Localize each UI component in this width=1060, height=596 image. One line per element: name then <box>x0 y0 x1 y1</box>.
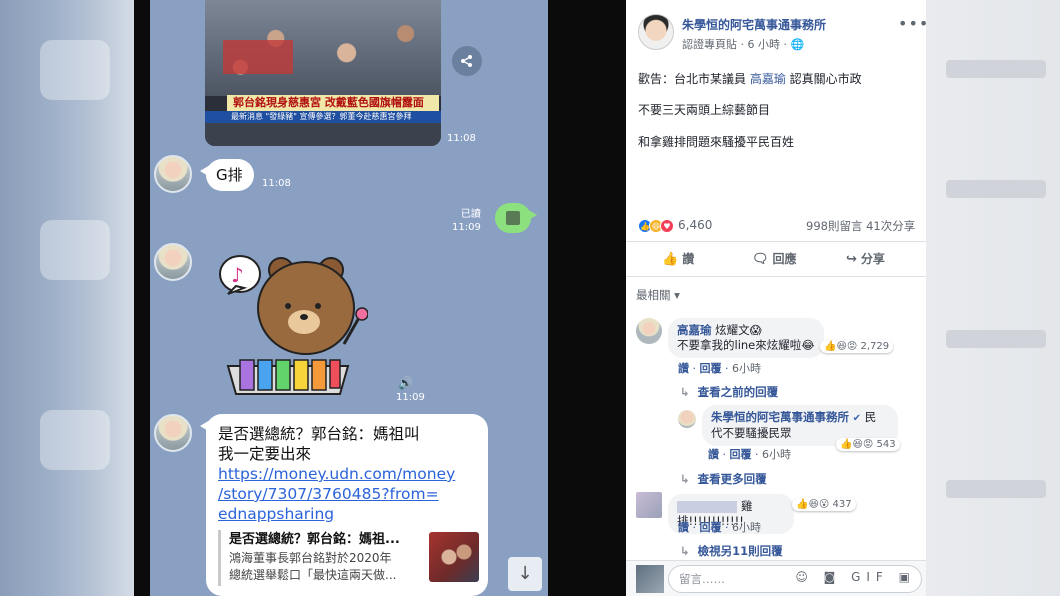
svg-text:♪: ♪ <box>231 263 244 287</box>
mention-link[interactable]: 高嘉瑜 <box>750 72 786 86</box>
comment-bubble: 高嘉瑜 炫耀文😱 不要拿我的line來炫耀啦😂 <box>668 318 824 358</box>
comment-icon: 🗨 <box>752 252 769 267</box>
message-bubble-g[interactable]: G排 <box>200 159 254 191</box>
message-text-line: 是否選總統？郭台銘：媽祖叫 <box>218 425 420 443</box>
message-time: 11:08 <box>447 133 476 144</box>
blurred-commenter-name <box>677 500 737 513</box>
message-text-line: 我一定要出來 <box>218 445 312 463</box>
page-avatar[interactable] <box>638 14 674 50</box>
message-link[interactable]: /story/7307/3760485?from= <box>218 484 476 504</box>
post-text-line: 不要三天兩頭上綜藝節目 <box>638 103 771 117</box>
view-other-replies-link[interactable]: ↳ 檢視另11則回覆 <box>680 543 783 559</box>
screenshot-stage: 郭台銘現身慈惠宮 改戴藍色國旗帽露面 最新消息 "發綠豬" 宣傳參選？郭董今赴慈… <box>0 0 1060 596</box>
link-message-bubble[interactable]: 是否選總統？郭台銘：媽祖叫 我一定要出來 https://money.udn.c… <box>200 414 488 596</box>
thumbs-up-icon: 👍 <box>662 252 679 267</box>
reaction-count: 6,460 <box>678 218 713 232</box>
link-preview-card[interactable]: 是否選總統？郭台銘：媽祖... 鴻海董事長郭台銘對於2020年 總統選舉鬆口「最… <box>218 530 479 586</box>
preview-description: 鴻海董事長郭台銘對於2020年 <box>229 551 392 565</box>
comment-like-link[interactable]: 讚 <box>708 448 719 461</box>
current-user-avatar <box>636 565 664 593</box>
page-reply-avatar[interactable] <box>678 410 696 428</box>
brown-bear-sticker[interactable]: ♪ <box>218 248 369 398</box>
like-button[interactable]: 👍 讚 <box>662 250 694 267</box>
commenter-name[interactable]: 朱學恒的阿宅萬事通事務所 <box>711 410 849 424</box>
commenter-avatar[interactable] <box>636 318 662 344</box>
commenter-name[interactable]: 高嘉瑜 <box>677 323 712 337</box>
share-arrow-icon: ↪ <box>846 252 857 267</box>
sent-message-bubble[interactable] <box>495 203 537 233</box>
contact-avatar[interactable] <box>154 243 192 281</box>
verified-badge-icon: ✔ <box>852 413 862 424</box>
black-bar-middle <box>548 0 626 596</box>
facebook-post-panel: 朱學恒的阿宅萬事通事務所 認證專頁貼 · 6 小時 · 🌐 ••• 歡告：台北市… <box>626 0 926 596</box>
video-headline: 郭台銘現身慈惠宮 改戴藍色國旗帽露面 <box>227 95 439 111</box>
share-button[interactable]: ↪ 分享 <box>846 250 885 267</box>
comment-reply-link[interactable]: 回覆 <box>730 448 752 461</box>
sent-sticker-icon <box>506 211 520 225</box>
reply-arrow-icon: ↳ <box>680 472 690 486</box>
comment-reaction-count[interactable]: 👍😆😡 543 <box>836 438 900 451</box>
comments-shares-count[interactable]: 998則留言 41次分享 <box>806 218 915 234</box>
love-reaction-icon: ♥ <box>660 218 674 233</box>
reaction-summary[interactable]: 👍 😆 ♥ 6,460 <box>638 218 712 233</box>
comment-reply-link[interactable]: 回覆 <box>700 521 722 534</box>
news-video-thumbnail[interactable]: 郭台銘現身慈惠宮 改戴藍色國旗帽露面 最新消息 "發綠豬" 宣傳參選？郭董今赴慈… <box>205 0 441 146</box>
more-options-icon[interactable]: ••• <box>898 14 926 33</box>
share-icon[interactable] <box>452 46 482 76</box>
comment-text: 不要拿我的line來炫耀啦😂 <box>677 338 815 352</box>
comment-meta: 讚 · 回覆 · 6小時 <box>678 362 761 375</box>
post-text-line: 歡告：台北市某議員 高嘉瑜 認真關心市政 <box>638 72 862 86</box>
blurred-left-background <box>0 0 134 596</box>
reply-arrow-icon: ↳ <box>680 385 690 399</box>
preview-description: 總統選舉鬆口「最快這兩天做... <box>229 568 397 582</box>
comment-like-link[interactable]: 讚 <box>678 362 689 375</box>
comment-reply-link[interactable]: 回覆 <box>700 362 722 375</box>
comment-sort-dropdown[interactable]: 最相關 ▾ <box>636 287 680 303</box>
comment-reaction-count[interactable]: 👍😆😡 2,729 <box>820 340 894 353</box>
page-name[interactable]: 朱學恒的阿宅萬事通事務所 <box>682 16 826 33</box>
comment-input-bar: 留言…… ☺ ◙ GIF ▣ <box>626 560 926 596</box>
message-time: 11:09 <box>396 392 425 403</box>
message-link[interactable]: https://money.udn.com/money <box>218 464 476 484</box>
commenter-avatar[interactable] <box>636 492 662 518</box>
comment-like-link[interactable]: 讚 <box>678 521 689 534</box>
speaker-icon[interactable]: 🔊 <box>398 376 413 390</box>
preview-thumbnail <box>429 532 479 582</box>
view-previous-replies-link[interactable]: ↳ 查看之前的回覆 <box>680 384 778 400</box>
comment-meta: 讚 · 回覆 · 6小時 <box>678 521 761 534</box>
contact-avatar[interactable] <box>154 155 192 193</box>
message-text: G排 <box>216 166 243 184</box>
comment-meta: 讚 · 回覆 · 6小時 <box>708 448 791 461</box>
comment-tools-icons[interactable]: ☺ ◙ GIF ▣ <box>795 570 916 584</box>
view-more-replies-link[interactable]: ↳ 查看更多回覆 <box>680 471 767 487</box>
post-text-line: 和拿雞排問題來騷擾平民百姓 <box>638 135 795 149</box>
comment-reaction-count[interactable]: 👍😆😮 437 <box>792 498 856 511</box>
contact-avatar[interactable] <box>154 414 192 452</box>
video-ticker: 最新消息 "發綠豬" 宣傳參選？郭董今赴慈惠宮參拜 <box>205 111 441 123</box>
message-time: 11:08 <box>262 178 291 189</box>
reply-arrow-icon: ↳ <box>680 544 690 558</box>
preview-title: 是否選總統？郭台銘：媽祖... <box>229 532 400 547</box>
comment-text: 代不要騷擾民眾 <box>711 426 792 440</box>
line-chat-panel: 郭台銘現身慈惠宮 改戴藍色國旗帽露面 最新消息 "發綠豬" 宣傳參選？郭董今赴慈… <box>150 0 548 596</box>
black-bar-left <box>134 0 150 596</box>
message-link[interactable]: ednappsharing <box>218 504 476 524</box>
scroll-down-icon[interactable]: ↓ <box>508 557 542 591</box>
comment-button[interactable]: 🗨 回應 <box>752 250 797 267</box>
post-meta: 認證專頁貼 · 6 小時 · 🌐 <box>682 38 805 51</box>
blurred-right-background <box>926 0 1060 596</box>
read-receipt: 已讀 11:09 <box>452 209 481 233</box>
